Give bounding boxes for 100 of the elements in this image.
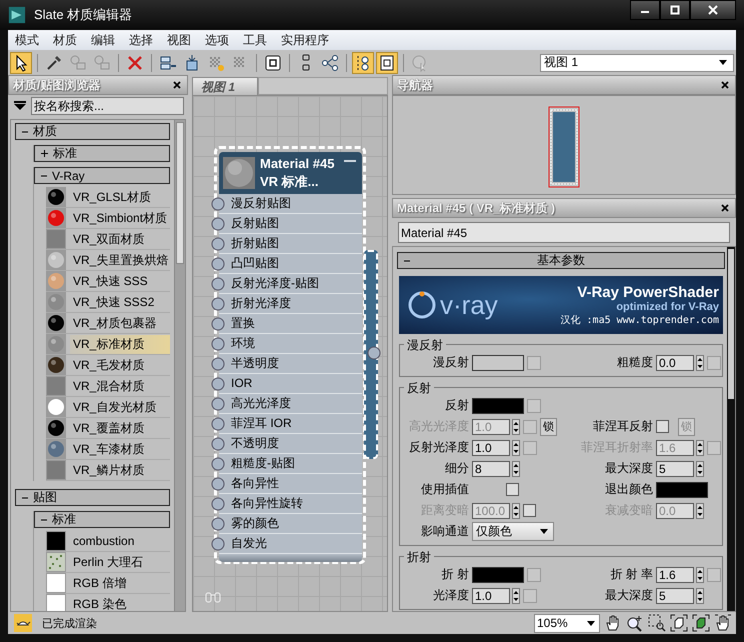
options-triangle-icon[interactable]: [14, 101, 26, 111]
node-slot[interactable]: 半透明度: [219, 354, 362, 374]
node-map-drawing[interactable]: [548, 106, 580, 188]
close-icon[interactable]: [721, 81, 729, 89]
input-socket-icon[interactable]: [211, 497, 225, 511]
node-slot[interactable]: 反射贴图: [219, 214, 362, 234]
zoom-extents-icon[interactable]: [670, 614, 688, 632]
zoom-icon[interactable]: [626, 614, 644, 632]
color-swatch[interactable]: [472, 398, 524, 414]
input-socket-icon[interactable]: [211, 537, 225, 551]
node-slot[interactable]: 菲涅耳 IOR: [219, 414, 362, 434]
node-slot[interactable]: 不透明度: [219, 434, 362, 454]
node-slot[interactable]: IOR: [219, 374, 362, 394]
scrollbar[interactable]: [174, 120, 185, 611]
spinner-field[interactable]: 1.0: [472, 440, 510, 456]
node-slot[interactable]: 环境: [219, 334, 362, 354]
node-slot[interactable]: 各向异性旋转: [219, 494, 362, 514]
browser-item[interactable]: VR_材质包裹器: [70, 314, 170, 332]
spinner-field[interactable]: 5: [656, 588, 694, 604]
input-socket-icon[interactable]: [211, 277, 225, 291]
menu-item[interactable]: 选择: [122, 32, 160, 48]
rollout-header[interactable]: 基本参数: [397, 252, 725, 269]
node-slot[interactable]: 凸凹贴图: [219, 254, 362, 274]
input-socket-icon[interactable]: [211, 417, 225, 431]
browser-item[interactable]: VR_车漆材质: [70, 440, 170, 458]
node-slot[interactable]: 置换: [219, 314, 362, 334]
spinner-arrows-icon[interactable]: [696, 566, 704, 582]
close-button[interactable]: [690, 0, 736, 20]
input-socket-icon[interactable]: [211, 517, 225, 531]
input-socket-icon[interactable]: [211, 437, 225, 451]
input-socket-icon[interactable]: [211, 357, 225, 371]
spinner-arrows-icon[interactable]: [696, 440, 704, 456]
spinner-arrows-icon[interactable]: [696, 502, 704, 518]
zoom-region-icon[interactable]: [648, 614, 666, 632]
color-swatch[interactable]: [472, 354, 524, 370]
close-icon[interactable]: [173, 81, 181, 89]
browser-item[interactable]: RGB 染色: [70, 594, 170, 611]
browser-item[interactable]: VR_失里置换烘焙: [70, 250, 170, 270]
node-slot[interactable]: 反射光泽度-贴图: [219, 274, 362, 294]
browser-item[interactable]: VR_快速 SSS2: [70, 292, 170, 312]
menu-item[interactable]: 选项: [198, 32, 236, 48]
zoom-selected-icon[interactable]: [692, 614, 710, 632]
pan-all-hand-icon[interactable]: [714, 614, 732, 632]
browser-item[interactable]: VR_鳞片材质: [70, 460, 170, 480]
close-icon[interactable]: [721, 204, 729, 212]
checkbox[interactable]: [506, 483, 519, 496]
spinner-arrows-icon[interactable]: [512, 588, 520, 604]
input-socket-icon[interactable]: [211, 397, 225, 411]
scrollbar[interactable]: [727, 247, 735, 611]
category-header[interactable]: 材质: [15, 123, 170, 140]
node-slot[interactable]: 折射贴图: [219, 234, 362, 254]
toolbar-params-button[interactable]: [376, 52, 398, 74]
toolbar-pointer-button[interactable]: [10, 52, 32, 74]
browser-item[interactable]: VR_毛发材质: [70, 356, 170, 374]
browser-item[interactable]: combustion: [70, 532, 170, 550]
input-socket-icon[interactable]: [211, 477, 225, 491]
spinner-arrows-icon[interactable]: [696, 588, 704, 604]
spinner-field[interactable]: 5: [656, 460, 694, 476]
input-socket-icon[interactable]: [211, 317, 225, 331]
browser-item[interactable]: Perlin 大理石: [70, 552, 170, 572]
spinner-field[interactable]: 8: [472, 460, 510, 476]
node-slot[interactable]: 雾的颜色: [219, 514, 362, 534]
menu-item[interactable]: 编辑: [84, 32, 122, 48]
zoom-dropdown[interactable]: 105%: [534, 614, 600, 632]
search-field[interactable]: 按名称搜索...: [31, 97, 184, 115]
browser-item[interactable]: VR_Simbiont材质: [70, 208, 170, 228]
spinner-arrows-icon[interactable]: [512, 460, 520, 476]
collapse-icon[interactable]: [344, 160, 356, 164]
browser-item[interactable]: VR_混合材质: [70, 376, 170, 396]
checkbox[interactable]: [656, 420, 669, 433]
output-socket-icon[interactable]: [367, 346, 381, 360]
input-socket-icon[interactable]: [211, 237, 225, 251]
color-swatch[interactable]: [656, 482, 708, 498]
node-slot[interactable]: 自发光: [219, 534, 362, 554]
browser-item[interactable]: RGB 倍增: [70, 574, 170, 592]
browser-item[interactable]: VR_标准材质: [70, 334, 170, 354]
menu-item[interactable]: 工具: [236, 32, 274, 48]
browser-item[interactable]: VR_快速 SSS: [70, 272, 170, 290]
browser-item[interactable]: VR_自发光材质: [70, 398, 170, 416]
input-socket-icon[interactable]: [211, 337, 225, 351]
node-slot[interactable]: 高光光泽度: [219, 394, 362, 414]
spinner-arrows-icon[interactable]: [696, 460, 704, 476]
group-header[interactable]: 标准: [34, 145, 170, 162]
browser-item[interactable]: VR_双面材质: [70, 230, 170, 248]
node-slot[interactable]: 折射光泽度: [219, 294, 362, 314]
minimize-button[interactable]: [630, 0, 660, 20]
spinner-arrows-icon[interactable]: [512, 502, 520, 518]
view-tab[interactable]: 视图 1: [192, 77, 258, 95]
view-dropdown[interactable]: 视图 1: [540, 54, 734, 72]
input-socket-icon[interactable]: [211, 217, 225, 231]
node-slot[interactable]: 漫反射贴图: [219, 194, 362, 214]
category-header[interactable]: 贴图: [15, 489, 170, 506]
material-name-field[interactable]: Material #45: [398, 222, 730, 243]
spinner-field[interactable]: 0.0: [656, 354, 694, 370]
menu-item[interactable]: 实用程序: [274, 32, 336, 48]
browser-item[interactable]: VR_GLSL材质: [70, 188, 170, 206]
input-socket-icon[interactable]: [211, 297, 225, 311]
spinner-field[interactable]: 1.6: [656, 566, 694, 582]
input-socket-icon[interactable]: [211, 377, 225, 391]
toolbar-tree-toggle-button[interactable]: [352, 52, 374, 74]
